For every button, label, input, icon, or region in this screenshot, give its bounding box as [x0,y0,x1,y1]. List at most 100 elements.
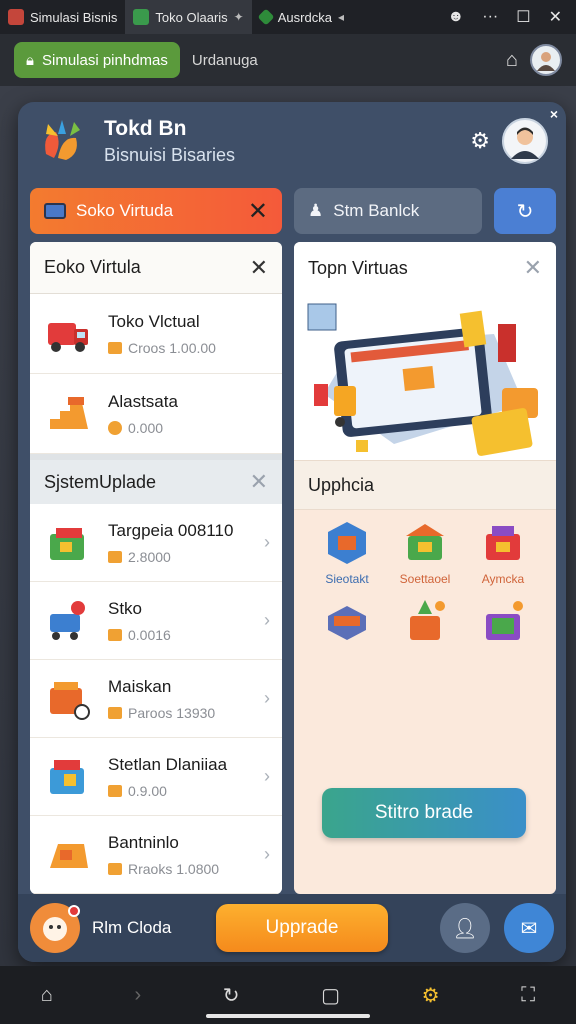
forward-icon[interactable]: › [134,984,141,1007]
kiosk-icon [328,522,366,564]
system-section-title: SjstemUplade [44,471,157,492]
list-item-name: Alastsata [108,391,178,411]
home-icon[interactable]: ⌂ [41,984,53,1007]
chevron-right-icon: › [264,532,270,552]
close-icon[interactable]: ✕ [549,7,562,27]
message-button[interactable]: ✉ [504,903,554,953]
list-item[interactable]: Toko Vlctual Croos 1.00.00 [30,294,282,374]
system-list-item[interactable]: Bantninlo Rraoks 1.0800 › [30,816,282,894]
modal-subtitle: Bisnuisi Bisaries [104,144,236,165]
system-list-item[interactable]: Stko 0.0016 › [30,582,282,660]
store-list-header: Eoko Virtula ✕ [30,242,282,294]
tab-add-icon[interactable]: ✦ [234,10,244,24]
screenshot-icon[interactable]: ⛶ [521,984,535,1007]
system-list-item[interactable]: Targpeia 008110 2.8000 › [30,504,282,582]
user-icon: 👤︎ [452,917,478,940]
tab-label: Ausrdcka [277,9,332,25]
upgrade-item[interactable] [464,596,542,650]
segment-secondary-label: Stm Banlck [333,201,420,220]
panel-close-icon[interactable]: ✕ [250,255,268,281]
mascot-avatar[interactable] [30,903,80,953]
maximize-icon[interactable]: ☐ [516,7,530,27]
segment-secondary[interactable]: ♟ Stm Banlck [294,188,482,234]
list-item-name: Stetlan Dlaniiaa [108,754,228,774]
store-modal: × Tokd Bn Bisnuisi Bisaries ⚙ Soko Virtu… [18,102,566,962]
tabs-icon[interactable]: ▢ [321,983,340,1008]
list-item-meta: 0.000 [128,419,164,436]
face-icon[interactable]: ☻ [447,8,464,26]
refresh-button[interactable]: ↻ [494,188,556,234]
section-close-icon[interactable]: ✕ [250,469,268,495]
reload-icon[interactable]: ↻ [223,983,240,1008]
list-item-name: Targpeia 008110 [108,520,234,540]
browser-tab[interactable]: Toko Olaaris ✦ [125,0,252,34]
refresh-icon: ↻ [516,200,534,223]
window-controls: ☻ ··· ☐ ✕ [447,7,576,27]
upgrade-item[interactable]: Soettaoel [386,518,464,586]
segment-active-label: Soko Virtuda [76,201,174,220]
list-item-name: Stko [108,598,143,618]
upgrade-item[interactable] [386,596,464,650]
list-item[interactable]: Alastsata 0.000 [30,374,282,454]
modal-title: Tokd Bn [104,116,187,140]
site-chip[interactable]: 🔒︎ Simulasi pinhdmas [14,42,180,78]
tab-arrow-icon[interactable]: ◂ [338,10,344,24]
gazebo-icon [486,601,523,640]
store-illustration [294,294,556,460]
more-icon[interactable]: ··· [482,8,498,26]
upgrade-item[interactable] [308,596,386,650]
shop-box-icon [50,527,84,560]
preview-close-icon[interactable]: ✕ [524,255,542,281]
system-list-item[interactable]: Maiskan Paroos 13930 › [30,660,282,738]
segment-close-icon[interactable]: ✕ [248,197,268,226]
browser-tab[interactable]: Ausrdcka ◂ [252,0,352,34]
coin-icon [108,784,122,797]
brand-logo-icon [45,120,80,160]
stairs-icon [50,396,88,429]
system-list-item[interactable]: Stetlan Dlaniiaa 0.9.00 › [30,738,282,816]
site-chip-label: Simulasi pinhdmas [41,51,168,69]
address-text[interactable]: Urdanuga [192,52,494,69]
store-list-panel: Eoko Virtula ✕ Toko Vlctual Croos 1.00.0… [30,242,282,894]
upgrade-item[interactable]: Aymcka [464,518,542,586]
upgrade-item[interactable]: Sieotakt [308,518,386,586]
coin-icon [108,341,122,354]
dashboard-illustration-icon [307,303,538,456]
notification-dot [68,905,80,917]
preview-title: Topn Virtuas [308,257,408,278]
address-bar: 🔒︎ Simulasi pinhdmas Urdanuga ⌂ [0,34,576,86]
upgrade-button[interactable]: Upprade [216,904,388,952]
primary-action-button[interactable]: Stitro brade [322,788,526,838]
wallet-icon [44,203,66,219]
upgrade-grid: Sieotakt Soettaoel Aymcka [308,518,542,650]
truck-icon [48,322,88,352]
browser-tab[interactable]: Simulasi Bisnis [0,0,125,34]
profile-button[interactable]: 👤︎ [440,903,490,953]
chevron-right-icon: › [264,610,270,630]
gear-icon[interactable]: ⚙ [470,128,490,154]
list-item-meta: Paroos 13930 [128,704,216,721]
chevron-right-icon: › [264,766,270,786]
settings-icon[interactable]: ⚙ [422,983,440,1008]
chevron-right-icon: › [264,688,270,708]
user-avatar[interactable] [502,118,548,164]
register-icon [50,681,90,720]
cube-favicon-icon [257,8,275,26]
crate-icon [328,606,366,640]
home-icon[interactable]: ⌂ [506,49,518,72]
gift-box-icon [50,759,84,794]
segment-active[interactable]: Soko Virtuda ✕ [30,188,282,234]
coin-icon [108,706,122,719]
cart-icon [50,600,85,640]
list-item-meta: 0.0016 [128,626,171,643]
org-chart-icon: ♟ [308,201,324,220]
coin-icon [108,550,122,563]
modal-header: Tokd Bn Bisnuisi Bisaries ⚙ [18,102,566,180]
upgrade-label: Soettaoel [399,572,451,586]
home-indicator[interactable] [206,1014,370,1018]
list-item-meta: 2.8000 [128,548,171,565]
list-item-name: Maiskan [108,676,172,696]
profile-avatar[interactable] [530,44,562,76]
upgrade-label: Aymcka [481,572,525,586]
tab-label: Simulasi Bisnis [30,9,118,25]
